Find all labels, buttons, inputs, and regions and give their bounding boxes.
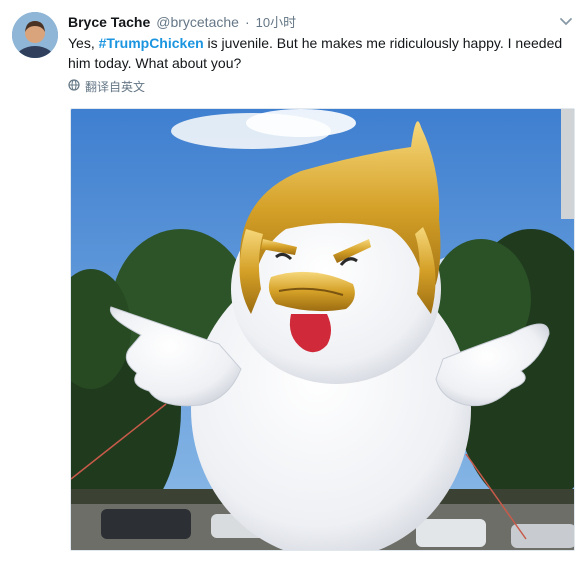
translate-label: 翻译自英文	[85, 79, 146, 94]
separator-dot: ·	[244, 14, 250, 30]
tweet: Bryce Tache @brycetache · 10小时 Yes, #Tru…	[0, 0, 587, 564]
translate-tweet[interactable]: 翻译自英文	[68, 77, 145, 95]
tweet-text: Yes, #TrumpChicken is juvenile. But he m…	[68, 33, 573, 73]
globe-icon	[68, 78, 80, 94]
display-name[interactable]: Bryce Tache	[68, 14, 150, 30]
avatar[interactable]	[12, 12, 58, 58]
chevron-down-icon[interactable]	[559, 14, 573, 26]
tweet-photo[interactable]	[70, 108, 575, 551]
timestamp[interactable]: 10小时	[256, 12, 296, 31]
hashtag-link[interactable]: #TrumpChicken	[99, 35, 204, 51]
user-handle[interactable]: @brycetache	[156, 14, 239, 30]
tweet-header: Bryce Tache @brycetache · 10小时	[68, 12, 575, 30]
tweet-text-before: Yes,	[68, 35, 99, 51]
